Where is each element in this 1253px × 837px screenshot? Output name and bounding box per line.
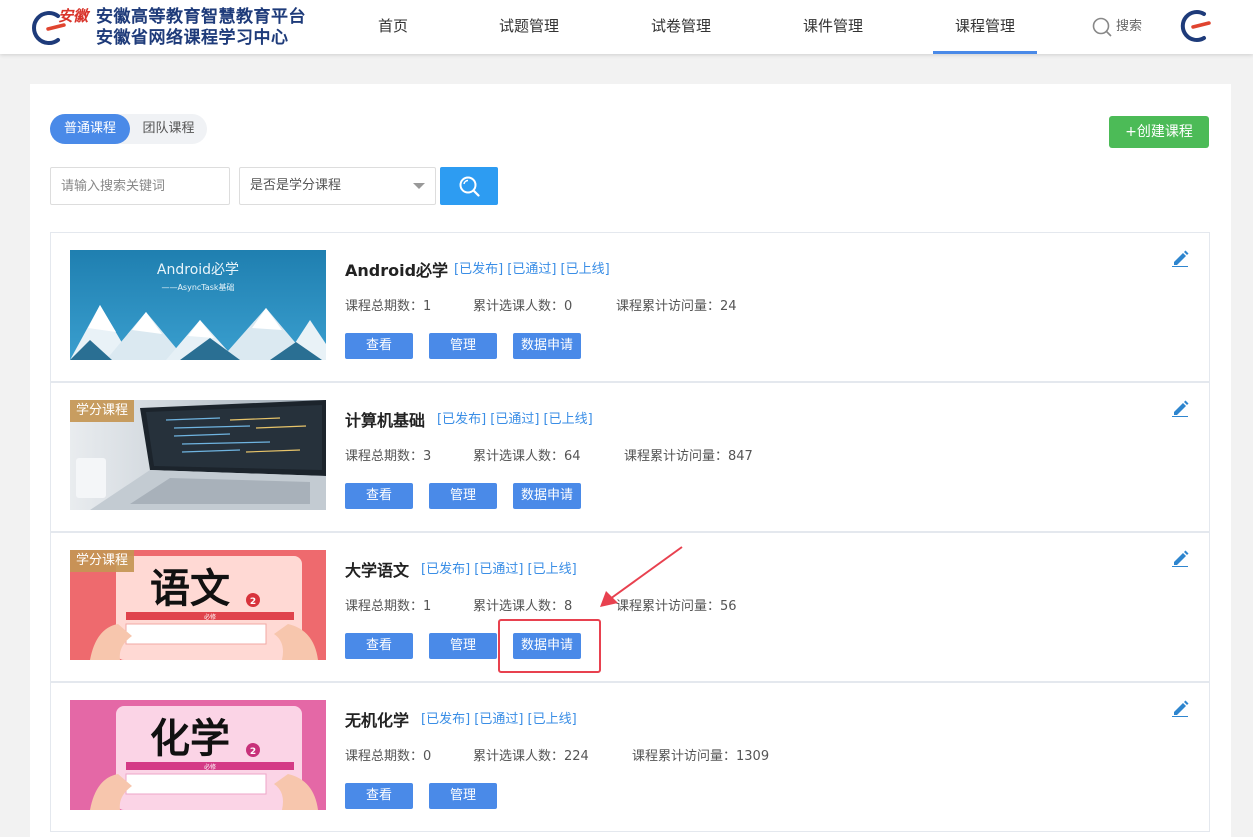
course-title[interactable]: 无机化学 — [345, 707, 409, 731]
thumb-title-text: Android必学 — [157, 262, 239, 278]
header-search-label: 搜索 — [1116, 19, 1143, 34]
course-students: 累计选课人数：224 — [473, 749, 589, 764]
manage-button[interactable]: 管理 — [429, 783, 497, 809]
course-thumbnail[interactable]: 学分课程 — [70, 400, 326, 510]
course-status: [已发布] [已通过] [已上线] — [421, 562, 577, 577]
search-button[interactable] — [440, 167, 498, 205]
edit-pencil-icon[interactable] — [1171, 549, 1189, 567]
view-button[interactable]: 查看 — [345, 783, 413, 809]
course-row: Android必学 ——AsyncTask基础 Android必学 [已发布] … — [50, 232, 1210, 382]
view-button[interactable]: 查看 — [345, 633, 413, 659]
tab-regular-course[interactable]: 普通课程 — [50, 114, 130, 144]
annotation-highlight-box — [498, 619, 601, 673]
view-button[interactable]: 查看 — [345, 333, 413, 359]
edit-pencil-icon[interactable] — [1171, 699, 1189, 717]
course-status: [已发布] [已通过] [已上线] — [421, 712, 577, 727]
header-search[interactable]: 搜索 — [1092, 15, 1142, 39]
course-periods: 课程总期数：3 — [345, 449, 432, 464]
course-row: 2 化学 必修 无机化学 [已发布] [已通过] [已上线] 课程总期数：0 累… — [50, 682, 1210, 832]
course-students: 累计选课人数：64 — [473, 449, 581, 464]
logo-title-line1: 安徽高等教育智慧教育平台 — [96, 7, 306, 27]
thumb-small-text: 必修 — [204, 763, 216, 771]
course-status: [已发布] [已通过] [已上线] — [454, 262, 610, 277]
course-visits: 课程累计访问量：1309 — [632, 749, 770, 764]
search-icon — [459, 176, 480, 197]
tab-team-course[interactable]: 团队课程 — [130, 114, 207, 144]
volume-number: 2 — [250, 747, 256, 757]
caret-down-icon — [413, 183, 425, 189]
nav-course-management[interactable]: 课程管理 — [933, 0, 1037, 54]
credit-course-tag: 学分课程 — [70, 400, 135, 422]
course-students: 累计选课人数：0 — [473, 299, 573, 314]
thumb-subtitle-text: ——AsyncTask基础 — [161, 282, 234, 292]
nav-question-management[interactable]: 试题管理 — [490, 0, 568, 54]
credit-course-tag: 学分课程 — [70, 550, 135, 572]
create-course-button[interactable]: +创建课程 — [1109, 116, 1209, 148]
thumb-big-text: 语文 — [150, 565, 230, 612]
nav-paper-management[interactable]: 试卷管理 — [642, 0, 720, 54]
annotation-arrow-icon — [600, 546, 683, 607]
course-thumbnail[interactable]: Android必学 ——AsyncTask基础 — [70, 250, 326, 360]
course-visits: 课程累计访问量：847 — [624, 449, 753, 464]
search-icon — [1092, 17, 1112, 37]
manage-button[interactable]: 管理 — [429, 483, 497, 509]
manage-button[interactable]: 管理 — [429, 333, 497, 359]
course-title[interactable]: 计算机基础 — [345, 407, 425, 431]
course-periods: 课程总期数：0 — [345, 749, 432, 764]
edit-pencil-icon[interactable] — [1171, 249, 1189, 267]
logo-seal-text: 安徽 — [58, 7, 89, 25]
course-thumbnail[interactable]: 2 语文 必修 学分课程 — [70, 550, 326, 660]
user-avatar-icon[interactable] — [1176, 8, 1212, 44]
data-request-button[interactable]: 数据申请 — [513, 483, 581, 509]
android-cover-image: Android必学 ——AsyncTask基础 — [70, 250, 326, 360]
course-status: [已发布] [已通过] [已上线] — [437, 412, 593, 427]
course-title[interactable]: 大学语文 — [345, 557, 409, 581]
course-periods: 课程总期数：1 — [345, 299, 432, 314]
site-logo[interactable]: 安徽 安徽高等教育智慧教育平台 安徽省网络课程学习中心 — [28, 6, 318, 50]
view-button[interactable]: 查看 — [345, 483, 413, 509]
volume-number: 2 — [250, 597, 256, 607]
credit-select-value: 是否是学分课程 — [250, 178, 342, 193]
course-row: 学分课程 计算机基础 [已发布] [已通过] [已上线] 课程总期数：3 累计选… — [50, 382, 1210, 532]
course-thumbnail[interactable]: 2 化学 必修 — [70, 700, 326, 810]
course-students: 累计选课人数：8 — [473, 599, 573, 614]
nav-courseware-management[interactable]: 课件管理 — [794, 0, 872, 54]
course-panel: 普通课程 团队课程 +创建课程 是否是学分课程 — [30, 84, 1231, 837]
credit-course-select[interactable]: 是否是学分课程 — [239, 167, 436, 205]
course-periods: 课程总期数：1 — [345, 599, 432, 614]
data-request-button[interactable]: 数据申请 — [513, 333, 581, 359]
thumb-small-text: 必修 — [204, 613, 216, 621]
keyword-search-input[interactable] — [50, 167, 230, 205]
chemistry-cover-image: 2 化学 必修 — [70, 700, 326, 810]
thumb-big-text: 化学 — [150, 715, 230, 762]
logo-title-line2: 安徽省网络课程学习中心 — [96, 28, 289, 48]
top-header: 安徽 安徽高等教育智慧教育平台 安徽省网络课程学习中心 首页 试题管理 试卷管理… — [0, 0, 1253, 54]
course-type-tabs: 普通课程 团队课程 — [50, 114, 207, 144]
course-title[interactable]: Android必学 — [345, 257, 448, 281]
manage-button[interactable]: 管理 — [429, 633, 497, 659]
nav-home[interactable]: 首页 — [366, 0, 420, 54]
course-visits: 课程累计访问量：24 — [616, 299, 737, 314]
edit-pencil-icon[interactable] — [1171, 399, 1189, 417]
